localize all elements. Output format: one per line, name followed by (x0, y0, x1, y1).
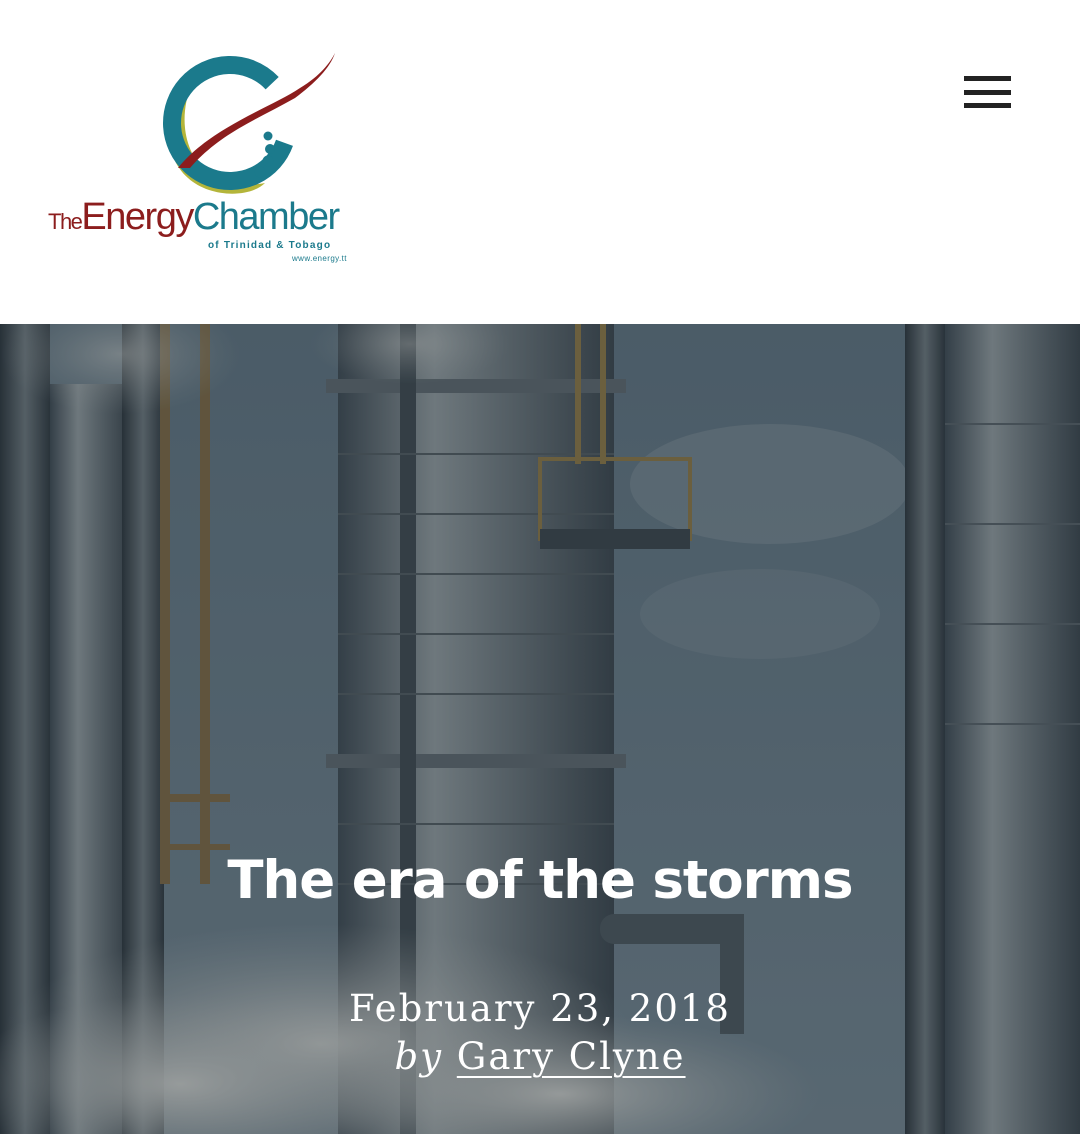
logo-word-the: The (48, 209, 83, 234)
byline-by: by (394, 1035, 444, 1078)
byline: by Gary Clyne (0, 1032, 1080, 1082)
hamburger-menu-button[interactable] (952, 66, 1022, 122)
logo-word-chamber: Chamber (192, 196, 340, 238)
logo-word-energy: Energy (81, 196, 194, 238)
logo-url: www.energy.tt (292, 254, 347, 263)
site-header: TheEnergyChamber of Trinidad & Tobago ww… (0, 0, 1080, 324)
publish-date: February 23, 2018 (349, 987, 731, 1030)
hero-banner: The era of the storms February 23, 2018 … (0, 324, 1080, 1134)
logo-subtitle: of Trinidad & Tobago (208, 240, 332, 251)
page: TheEnergyChamber of Trinidad & Tobago ww… (0, 0, 1080, 1134)
author-link[interactable]: Gary Clyne (457, 1035, 686, 1078)
logo-wordmark: TheEnergyChamber (48, 196, 340, 238)
article-title: The era of the storms (227, 850, 853, 911)
energy-chamber-logo-mark (163, 53, 335, 194)
site-logo[interactable]: TheEnergyChamber of Trinidad & Tobago ww… (48, 48, 378, 270)
article-meta: February 23, 2018 by Gary Clyne (0, 986, 1080, 1082)
